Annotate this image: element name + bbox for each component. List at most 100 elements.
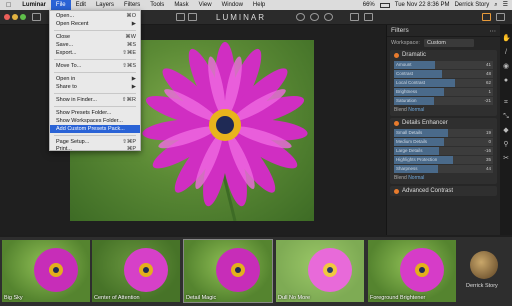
workspace-select[interactable]: Custom	[423, 38, 474, 47]
menu-separator	[54, 106, 136, 107]
filter-dramatic: Dramatic Amount 41 Contrast 48 Local Contr…	[390, 50, 497, 116]
menu-item-print[interactable]: Print... ⌘P	[50, 145, 140, 153]
menu-mask[interactable]: Mask	[169, 0, 193, 10]
preset-detail-magic[interactable]: Detail Magic	[183, 239, 273, 303]
menu-item-share-to[interactable]: Share to ▶	[50, 83, 140, 91]
brush-icon[interactable]: /	[502, 49, 510, 57]
erase-icon[interactable]: ◆	[502, 127, 510, 135]
history-icon[interactable]	[310, 13, 319, 21]
transform-icon[interactable]: ⤡	[502, 113, 510, 121]
scissors-icon[interactable]: ✂	[502, 155, 510, 163]
user-menu[interactable]: Derrick Story	[455, 0, 490, 10]
slider-highlights-protection[interactable]: Highlights Protection 35	[394, 156, 493, 164]
slider-contrast[interactable]: Contrast 48	[394, 70, 493, 78]
clone-stamp-icon[interactable]: ⚲	[502, 141, 510, 149]
filter-header[interactable]: Details Enhancer	[390, 118, 497, 128]
search-icon[interactable]: ⌕	[494, 0, 497, 10]
menu-item-open[interactable]: Open... ⌘O	[50, 12, 140, 20]
menu-filters[interactable]: Filters	[119, 0, 145, 10]
preset-label: Big Sky	[4, 295, 23, 301]
menu-layers[interactable]: Layers	[91, 0, 119, 10]
preset-center-of-attention[interactable]: Center of Attention	[92, 240, 180, 302]
undo-icon[interactable]	[296, 13, 305, 21]
slider-large-details[interactable]: Large Details -16	[394, 147, 493, 155]
power-icon[interactable]	[394, 188, 399, 194]
panel-header: Filters ⋯	[387, 25, 500, 37]
menu-view[interactable]: View	[194, 0, 217, 10]
menu-luminar[interactable]: Luminar	[17, 0, 51, 10]
panel-toggle-icon[interactable]	[496, 13, 505, 21]
menu-file[interactable]: File	[50, 0, 71, 10]
menu-item-show-presets-folder[interactable]: Show Presets Folder...	[50, 109, 140, 117]
menu-edit[interactable]: Edit	[71, 0, 91, 10]
menu-item-show-workspaces-folder[interactable]: Show Workspaces Folder...	[50, 117, 140, 125]
menu-separator	[54, 72, 136, 73]
share-icon[interactable]	[364, 13, 373, 21]
apple-icon[interactable]: 	[0, 2, 17, 9]
blend-row[interactable]: Blend Normal	[390, 106, 497, 116]
slider-local-contrast[interactable]: Local Contrast 62	[394, 79, 493, 87]
preset-thumbnail	[276, 240, 364, 302]
preset-thumbnail	[400, 248, 444, 292]
close-window-button[interactable]	[4, 14, 10, 20]
menu-window[interactable]: Window	[217, 0, 248, 10]
slider-brightness[interactable]: Brightness 1	[394, 88, 493, 96]
menu-bar:  Luminar File Edit Layers Filters Tools…	[0, 0, 512, 10]
account-avatar[interactable]	[470, 251, 498, 279]
preset-label: Dull No More	[278, 295, 311, 301]
file-menu-dropdown: Open... ⌘O Open Recent ▶ Close ⌘W Save... ⌘S…	[49, 10, 141, 153]
preset-foreground-brightener[interactable]: Foreground Brightener	[368, 240, 456, 302]
preset-label: Center of Attention	[94, 295, 140, 301]
folder-icon[interactable]	[32, 13, 41, 21]
power-icon[interactable]	[394, 52, 399, 58]
filter-header[interactable]: Dramatic	[390, 50, 497, 60]
menu-item-close[interactable]: Close ⌘W	[50, 33, 140, 41]
slider-saturation[interactable]: Saturation -21	[394, 97, 493, 105]
zoom-window-button[interactable]	[20, 14, 26, 20]
blend-row[interactable]: Blend Normal	[390, 174, 497, 184]
menu-separator	[54, 93, 136, 94]
preset-label: Foreground Brightener	[370, 295, 426, 301]
preset-dull-no-more[interactable]: Dull No More	[276, 240, 364, 302]
settings-icon[interactable]	[324, 13, 333, 21]
menu-item-open-in[interactable]: Open in ▶	[50, 75, 140, 83]
menu-item-move-to[interactable]: Move To... ⇧⌘S	[50, 62, 140, 70]
app-title: LUMINAR	[216, 13, 267, 22]
list-icon[interactable]: ☰	[503, 0, 508, 10]
filter-title: Advanced Contrast	[402, 188, 454, 194]
menu-help[interactable]: Help	[248, 0, 270, 10]
compare-icon[interactable]	[176, 13, 185, 21]
clock[interactable]: Tue Nov 22 8:36 PM	[395, 0, 450, 10]
panel-title: Filters	[391, 27, 409, 34]
preset-big-sky[interactable]: Big Sky	[2, 240, 90, 302]
account-name[interactable]: Derrick Story	[466, 283, 498, 289]
menu-item-show-in-finder[interactable]: Show in Finder... ⇧⌘R	[50, 96, 140, 104]
histogram-icon[interactable]	[188, 13, 197, 21]
menu-separator	[54, 135, 136, 136]
panel-options-icon[interactable]: ⋯	[490, 27, 497, 35]
slider-medium-details[interactable]: Medium Details 0	[394, 138, 493, 146]
filter-header[interactable]: Advanced Contrast	[390, 186, 497, 196]
menu-separator	[54, 30, 136, 31]
crop-icon[interactable]: ⌗	[502, 99, 510, 107]
menu-item-export[interactable]: Export... ⇧⌘E	[50, 49, 140, 57]
menu-item-save[interactable]: Save... ⌘S	[50, 41, 140, 49]
slider-sharpness[interactable]: Sharpness 44	[394, 165, 493, 173]
presets-strip: Big Sky Center of Attention Detail Magic…	[0, 237, 512, 306]
battery-level[interactable]: 66%	[363, 0, 375, 10]
battery-icon[interactable]	[379, 2, 390, 8]
export-icon[interactable]	[350, 13, 359, 21]
menu-item-open-recent[interactable]: Open Recent ▶	[50, 20, 140, 28]
preset-thumbnail	[92, 240, 180, 302]
power-icon[interactable]	[394, 120, 399, 126]
radial-mask-icon[interactable]: ◉	[502, 63, 510, 71]
menu-tools[interactable]: Tools	[145, 0, 169, 10]
preset-thumbnail	[34, 248, 78, 292]
menu-item-add-custom-presets-pack[interactable]: Add Custom Presets Pack...	[50, 125, 140, 133]
hand-icon[interactable]: ✋	[502, 35, 511, 43]
gradient-mask-icon[interactable]: ●	[502, 77, 510, 85]
slider-amount[interactable]: Amount 41	[394, 61, 493, 69]
layers-panel-icon[interactable]	[482, 13, 491, 21]
minimize-window-button[interactable]	[12, 14, 18, 20]
slider-small-details[interactable]: Small Details 19	[394, 129, 493, 137]
